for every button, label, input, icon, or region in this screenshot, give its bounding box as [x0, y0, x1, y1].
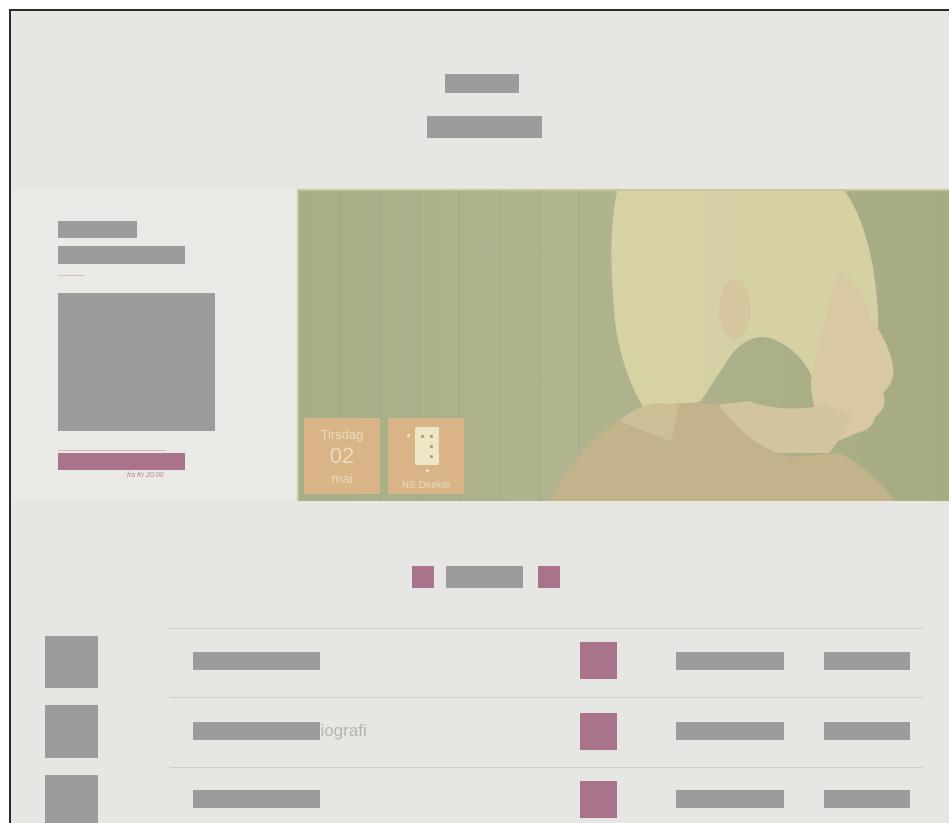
buy-ticket-button[interactable] — [58, 453, 185, 470]
hero-kicker-redacted — [58, 221, 137, 238]
event-weekday: Tirsdag — [320, 427, 364, 442]
row-meta-redacted — [676, 652, 784, 670]
event-date-tile: Tirsdag 02 mai — [304, 418, 380, 494]
row-action-button[interactable] — [580, 713, 617, 750]
event-day-number: 02 — [329, 443, 355, 468]
row-action-button[interactable] — [580, 781, 617, 818]
row-date-redacted — [824, 652, 910, 670]
row-action-button[interactable] — [580, 642, 617, 679]
row-date-redacted — [824, 790, 910, 808]
row-title-redacted — [193, 652, 320, 670]
venue-label: NS Direkte — [401, 480, 451, 491]
row-divider — [169, 697, 923, 698]
ticket-divider — [58, 450, 166, 451]
event-month: mai — [331, 471, 353, 486]
hero-heading-redacted — [58, 246, 185, 264]
row-title-redacted — [193, 722, 320, 740]
row-divider — [169, 767, 923, 768]
row-meta-redacted — [676, 722, 784, 740]
next-arrow-button[interactable] — [538, 566, 560, 588]
row-thumbnail — [45, 705, 98, 758]
page-frame: fra Kr 20.00 Tirsdag 02 mai NS Direkte b… — [9, 9, 949, 823]
row-title-redacted — [193, 790, 320, 808]
row-meta-redacted — [676, 790, 784, 808]
row-thumbnail — [45, 775, 98, 823]
row-date-redacted — [824, 722, 910, 740]
section-heading-redacted — [446, 566, 523, 588]
header-title-redacted — [427, 116, 542, 138]
venue-tile[interactable]: NS Direkte — [388, 418, 464, 494]
hero-divider — [58, 275, 84, 276]
row-thumbnail — [45, 636, 98, 688]
ticket-price: fra Kr 20.00 — [127, 472, 164, 479]
hero-description-redacted — [58, 293, 215, 431]
header-eyebrow-redacted — [445, 74, 519, 93]
device-icon — [415, 427, 439, 465]
row-divider — [169, 628, 923, 629]
prev-arrow-button[interactable] — [412, 566, 434, 588]
